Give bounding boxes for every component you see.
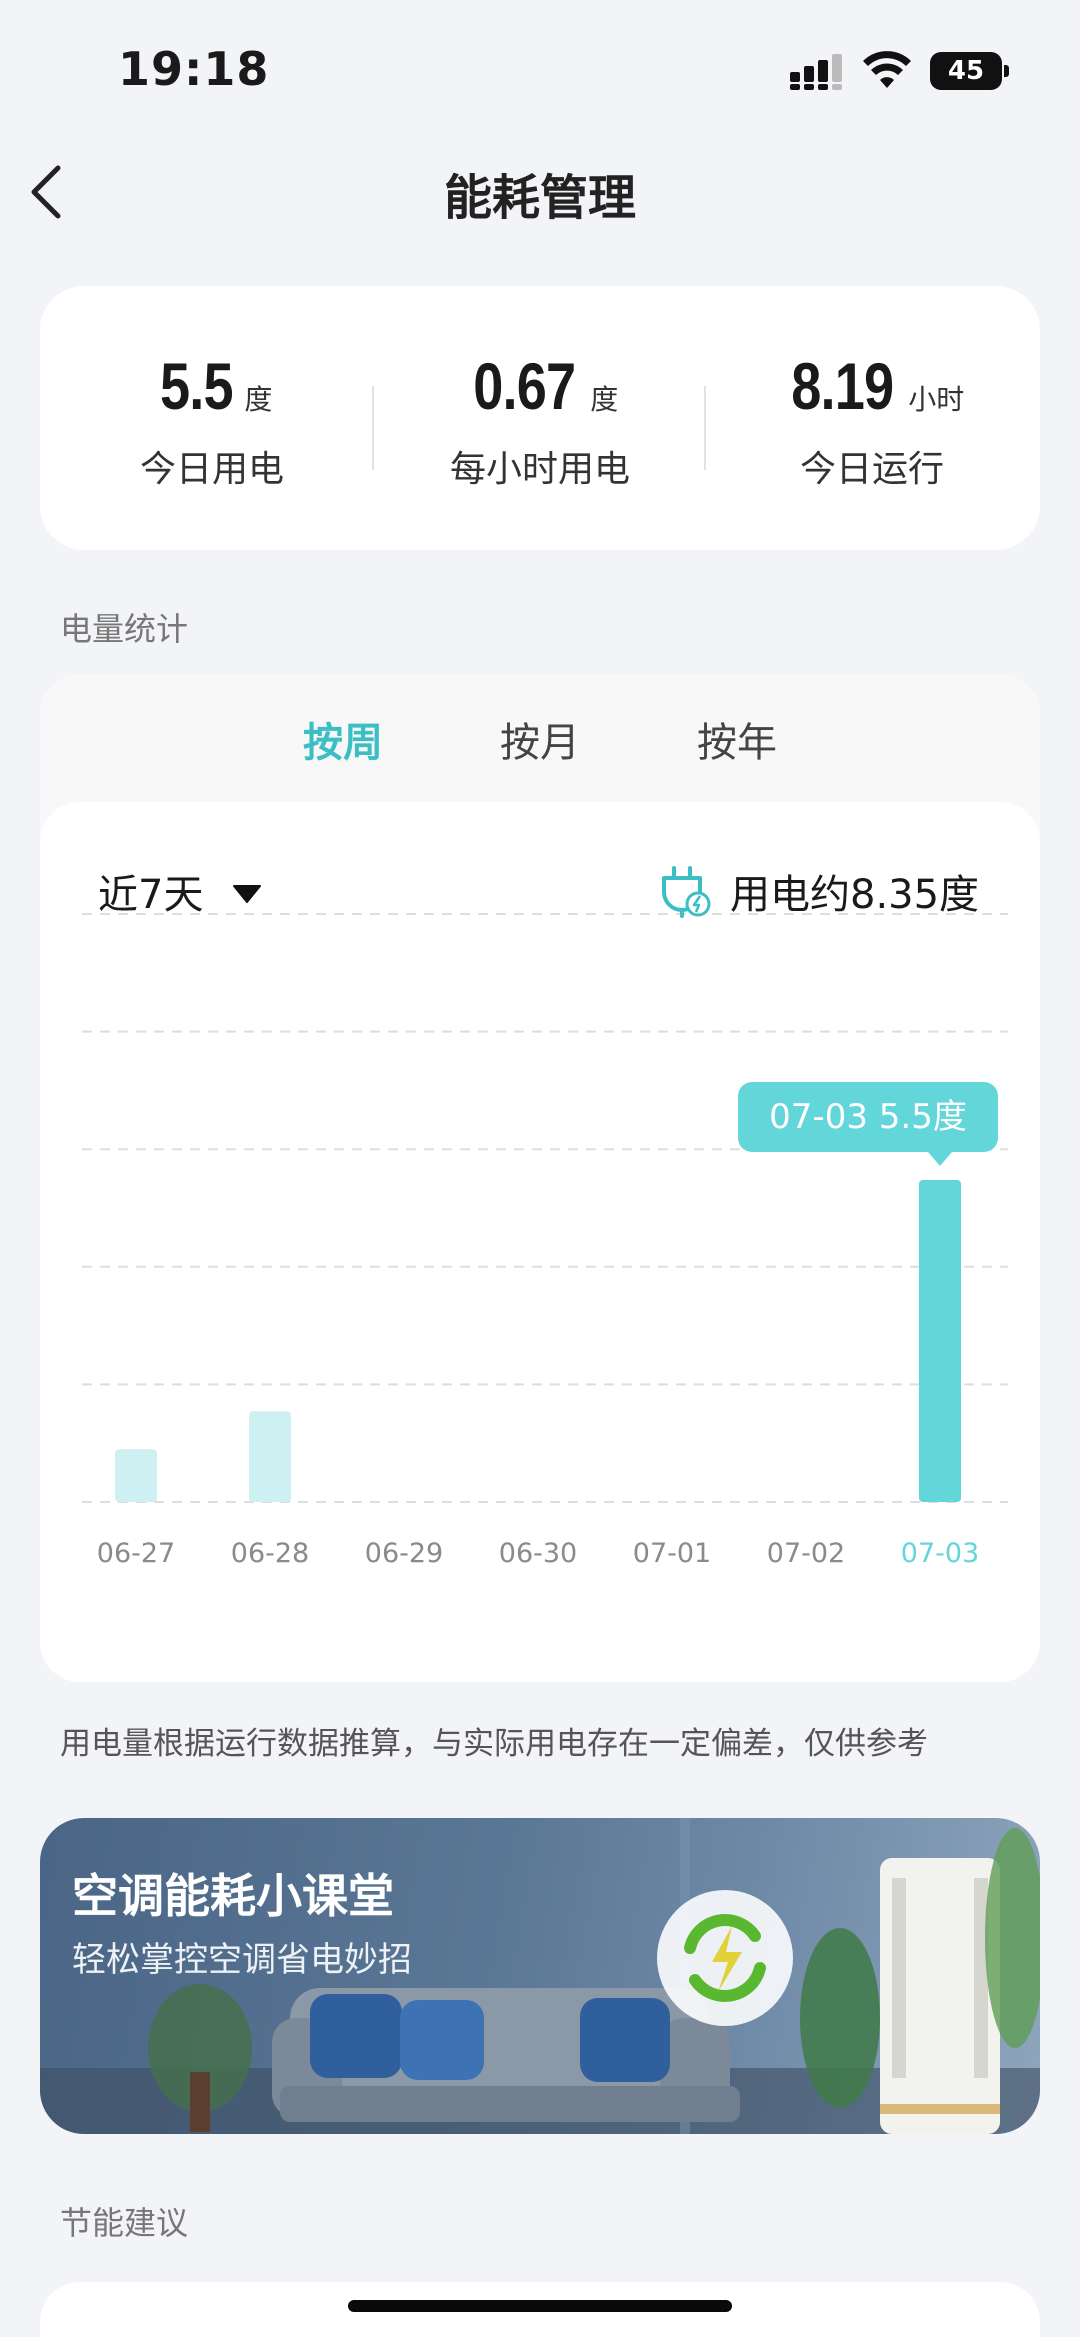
tab-label: 按年	[697, 720, 777, 766]
bar-06-28[interactable]	[249, 1411, 291, 1502]
x-tick-label: 06-27	[97, 1538, 175, 1569]
dropdown-triangle-icon[interactable]	[232, 884, 262, 904]
status-bar: 19:18 45	[0, 0, 1080, 140]
stat-today-usage: 5.5 度 今日用电	[52, 346, 372, 492]
section-title-stats: 电量统计	[60, 610, 189, 648]
usage-bar-chart[interactable]: 06-27 06-28 06-29 06-30 07-01 07-02 07-03 5.5度…	[40, 802, 1040, 1682]
divider	[372, 386, 374, 470]
plug-icon	[662, 866, 711, 918]
x-tick-label: 07-03	[901, 1538, 979, 1569]
bar-06-27[interactable]	[115, 1449, 157, 1502]
tooltip-text: 07-03 5.5度	[769, 1097, 967, 1137]
stat-value: 0.67	[472, 349, 576, 423]
stat-runtime: 8.19 小时 今日运行	[712, 346, 1032, 492]
tab-week[interactable]: 按周	[283, 710, 403, 810]
banner-title: 空调能耗小课堂	[72, 1869, 394, 1923]
tab-year[interactable]: 按年	[677, 710, 797, 768]
tab-label: 按月	[500, 720, 580, 766]
stat-hourly-usage: 0.67 度 每小时用电	[380, 346, 700, 492]
stat-unit: 度	[244, 383, 273, 416]
summary-card: 5.5 度 今日用电 0.67 度 每小时用电 8.19 小时 今日运行	[40, 286, 1040, 550]
range-select[interactable]: 近7天	[98, 862, 203, 920]
tab-label: 按周	[303, 720, 383, 766]
divider	[704, 386, 706, 470]
stat-label: 今日用电	[139, 449, 284, 490]
energy-course-banner[interactable]: 空调能耗小课堂 轻松掌控空调省电妙招	[40, 1818, 1040, 2134]
x-tick-label: 06-29	[365, 1538, 443, 1569]
stat-label: 每小时用电	[449, 449, 630, 490]
wifi-icon	[863, 51, 911, 88]
chart-panel: 06-27 06-28 06-29 06-30 07-01 07-02 07-03 5.5度…	[40, 802, 1040, 1682]
stat-value: 8.19	[790, 349, 894, 423]
x-tick-label: 07-01	[633, 1538, 711, 1569]
stat-unit: 度	[590, 383, 619, 416]
stat-value: 5.5	[159, 349, 234, 423]
x-tick-label: 06-30	[499, 1538, 577, 1569]
stat-unit: 小时	[908, 383, 965, 416]
x-tick-label: 07-02	[767, 1538, 845, 1569]
home-indicator	[348, 2300, 732, 2312]
stat-label: 今日运行	[799, 449, 944, 490]
energy-management-page: 19:18 45 能耗管理 5.5 度 今日用电 0.67 度 每小时用电 8.…	[0, 0, 1080, 2337]
disclaimer-text: 用电量根据运行数据推算，与实际用电存在一定偏差，仅供参考	[60, 1726, 928, 1762]
status-time: 19:18	[118, 42, 270, 96]
x-tick-label: 06-28	[231, 1538, 309, 1569]
stats-card: 按周 按月 按年 06-27 06-28 06-29 06-30 07-01 07-02 0…	[40, 674, 1040, 1682]
tab-month[interactable]: 按月	[480, 710, 600, 768]
bar-tooltip: 07-03 5.5度	[738, 1082, 998, 1166]
battery-level: 45	[930, 52, 1002, 90]
banner-subtitle: 轻松掌控空调省电妙招	[72, 1940, 412, 1980]
period-tabs: 按周 按月 按年	[40, 674, 1040, 810]
page-title: 能耗管理	[443, 170, 636, 226]
cellular-signal-icon	[790, 54, 842, 90]
battery-icon: 45	[930, 52, 1010, 90]
bar-07-03[interactable]	[919, 1180, 961, 1502]
usage-total: 用电约8.35度	[730, 872, 980, 918]
section-title-advice: 节能建议	[60, 2204, 189, 2242]
